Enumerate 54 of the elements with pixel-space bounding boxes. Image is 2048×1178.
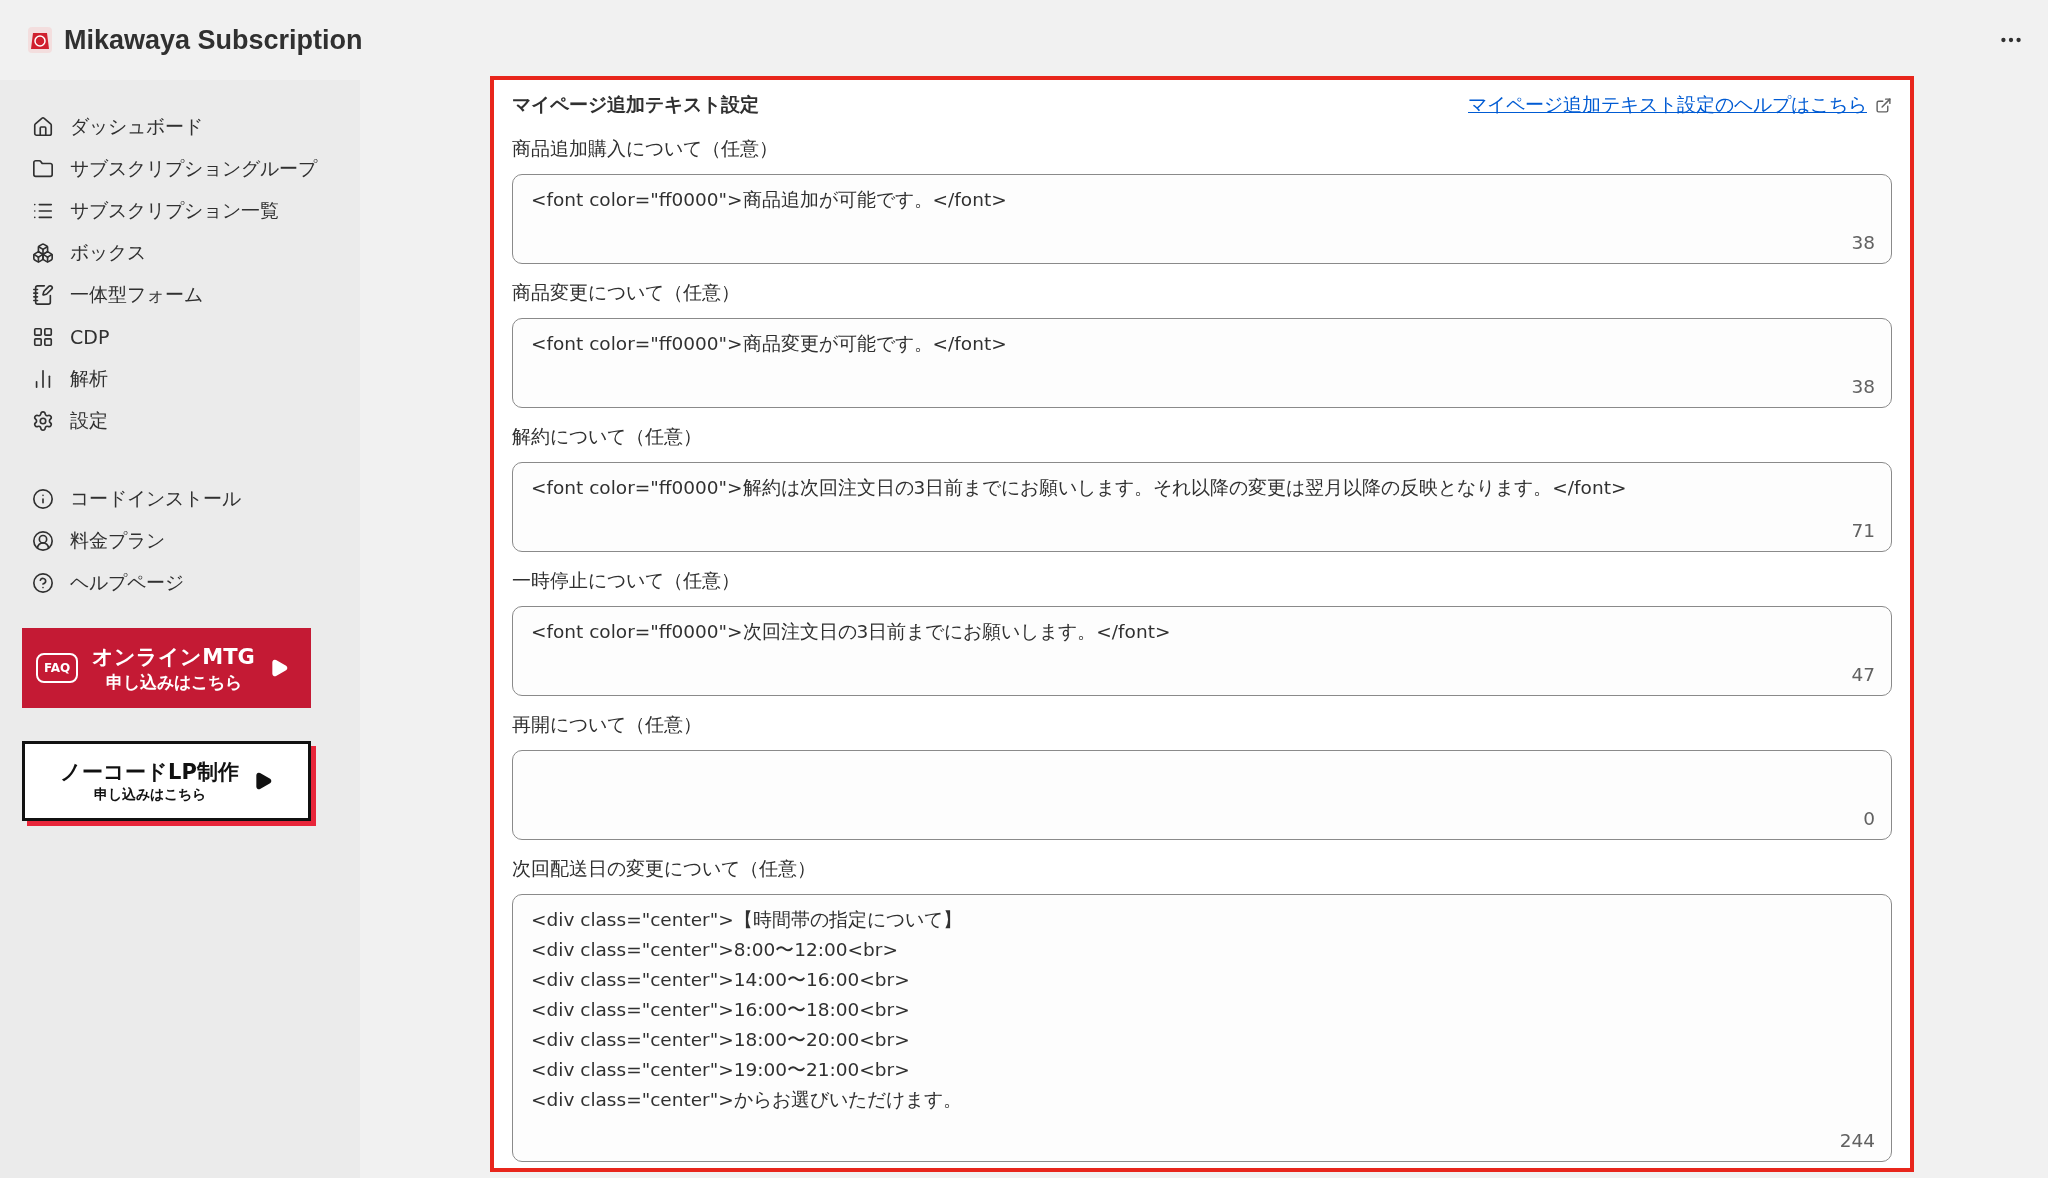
banner-title: ノーコードLP制作	[60, 759, 239, 786]
field-label: 次回配送日の変更について（任意）	[512, 856, 817, 881]
app-title: Mikawaya Subscription	[64, 24, 363, 56]
faq-speech-bubble-icon: FAQ	[36, 653, 79, 683]
text-area[interactable]: 0	[512, 750, 1892, 840]
sidebar-item[interactable]: コードインストール	[22, 478, 360, 520]
online-meeting-banner[interactable]: FAQ オンラインMTG 申し込みはこちら	[22, 628, 311, 708]
character-count: 38	[1851, 232, 1875, 253]
field-text: <font color="ff0000">解約は次回注文日の3日前までにお願いします。それ以降の変更は翌月以降の反映となります。</font>	[531, 476, 1628, 500]
external-link-icon	[1875, 96, 1892, 114]
field-text: <font color="ff0000">商品変更が可能です。</font>	[531, 332, 1008, 356]
folder-icon	[32, 158, 54, 180]
character-count: 0	[1863, 808, 1875, 829]
banner-title: オンラインMTG	[92, 643, 255, 671]
field-label: 再開について（任意）	[512, 712, 703, 737]
boxes-icon	[32, 242, 54, 264]
text-area[interactable]: <font color="ff0000">商品追加が可能です。</font> 38	[512, 174, 1892, 264]
sidebar-item[interactable]: CDP	[22, 316, 360, 358]
field-label: 解約について（任意）	[512, 424, 703, 449]
sidebar-item[interactable]: サブスクリプショングループ	[22, 148, 360, 190]
field-text: <font color="ff0000">次回注文日の3日前までにお願いします。</font>	[531, 620, 1172, 644]
sidebar-item[interactable]: サブスクリプション一覧	[22, 190, 360, 232]
grid-icon	[32, 326, 54, 348]
field-text: <div class="center">【時間帯の指定について】 <div class="center">8:00〜12:00<br> <div class="center">14:00〜16:00<br> <div class="center">16:00〜18:00<br> <div class="center">18:00〜20:00<br> <div class="center">19:00〜21:00<br> <div class="center">からお選びいただけます。	[531, 908, 963, 1112]
character-count: 47	[1851, 664, 1875, 685]
help-link[interactable]: マイページ追加テキスト設定のヘルプはこちら	[1468, 92, 1892, 118]
home-icon	[32, 116, 54, 138]
text-area[interactable]: <font color="ff0000">次回注文日の3日前までにお願いします。</font> 47	[512, 606, 1892, 696]
character-count: 71	[1851, 520, 1875, 541]
sidebar-item[interactable]: 設定	[22, 400, 360, 442]
sidebar-item[interactable]: ボックス	[22, 232, 360, 274]
text-area[interactable]: <font color="ff0000">商品変更が可能です。</font> 38	[512, 318, 1892, 408]
shopping-bag-logo-icon	[28, 27, 52, 53]
banner-subtitle: 申し込みはこちら	[105, 670, 242, 694]
text-area[interactable]	[512, 894, 1892, 1162]
sidebar-item[interactable]: 解析	[22, 358, 360, 400]
field-label: 商品変更について（任意）	[512, 280, 741, 305]
help-icon	[32, 572, 54, 594]
character-count: 244	[1839, 1130, 1875, 1151]
field-label: 一時停止について（任意）	[512, 568, 741, 593]
sidebar-item[interactable]: ヘルプページ	[22, 562, 360, 604]
user-icon	[32, 530, 54, 552]
banner-subtitle: 申し込みはこちら	[93, 786, 206, 804]
info-icon	[32, 488, 54, 510]
sidebar-item[interactable]: 一体型フォーム	[22, 274, 360, 316]
sidebar-item[interactable]: ダッシュボード	[22, 106, 360, 148]
text-area[interactable]: <font color="ff0000">解約は次回注文日の3日前までにお願いします。それ以降の変更は翌月以降の反映となります。</font> 71	[512, 462, 1892, 552]
card-title: マイページ追加テキスト設定	[512, 92, 759, 117]
field-text: <font color="ff0000">商品追加が可能です。</font>	[531, 188, 1008, 212]
note-icon	[32, 284, 54, 306]
settings-icon	[32, 410, 54, 432]
sidebar-item[interactable]: 料金プラン	[22, 520, 360, 562]
character-count: 38	[1851, 376, 1875, 397]
field-label: 商品追加購入について（任意）	[512, 136, 779, 161]
